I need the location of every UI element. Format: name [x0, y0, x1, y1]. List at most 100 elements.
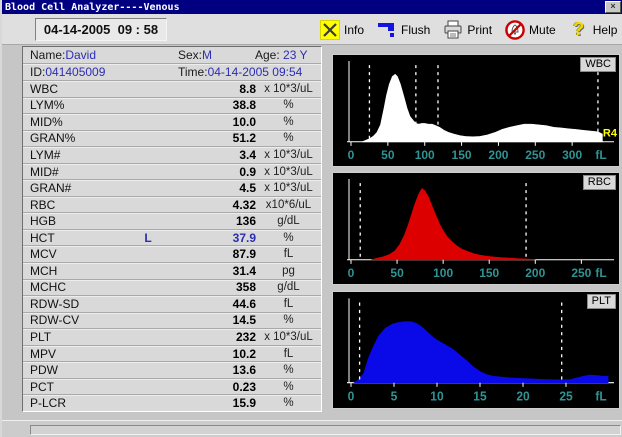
toolbar: 04-14-2005 09 : 58 Info Flush — [2, 14, 622, 45]
patient-info-row-1: Name:David Sex:M Age: 23 Y — [23, 47, 321, 64]
table-row: MID% 10.0 % — [23, 114, 321, 131]
mute-button-label: Mute — [529, 23, 556, 37]
print-button-label: Print — [467, 23, 492, 37]
svg-text:50: 50 — [381, 148, 395, 162]
param-unit: g/dL — [256, 281, 321, 293]
param-name: RDW-CV — [30, 313, 130, 327]
param-unit: x10*6/uL — [256, 199, 321, 211]
param-name: MID# — [30, 165, 130, 179]
svg-text:100: 100 — [433, 266, 453, 280]
param-value: 232 — [166, 330, 256, 344]
param-unit: % — [256, 397, 321, 409]
print-button[interactable]: Print — [443, 20, 492, 40]
table-row: P-LCR 15.9 % — [23, 395, 321, 411]
info-icon — [320, 20, 340, 40]
close-button[interactable]: × — [605, 1, 621, 13]
svg-text:50: 50 — [390, 266, 404, 280]
help-button-label: Help — [593, 23, 618, 37]
toolbar-buttons: Info Flush Print — [320, 14, 617, 45]
param-value: 4.5 — [166, 181, 256, 195]
svg-text:20: 20 — [516, 389, 529, 403]
param-unit: x 10*3/uL — [256, 182, 321, 194]
status-field — [30, 425, 621, 435]
help-icon: ? — [569, 20, 589, 40]
param-value: 10.2 — [166, 347, 256, 361]
param-name: PLT — [30, 330, 130, 344]
param-unit: % — [256, 314, 321, 326]
param-value: 0.9 — [166, 165, 256, 179]
param-value: 15.9 — [166, 396, 256, 410]
svg-text:100: 100 — [415, 148, 435, 162]
info-button[interactable]: Info — [320, 20, 364, 40]
param-value: 10.0 — [166, 115, 256, 129]
param-unit: % — [256, 116, 321, 128]
svg-text:0: 0 — [348, 148, 355, 162]
sample-time: Time:04-14-2005 09:54 — [178, 65, 321, 79]
param-value: 14.5 — [166, 313, 256, 327]
param-name: GRAN% — [30, 131, 130, 145]
param-unit: x 10*3/uL — [256, 149, 321, 161]
svg-text:fL: fL — [595, 266, 606, 280]
svg-text:250: 250 — [525, 148, 545, 162]
rbc-histogram-plot: 050100150200250fL — [333, 173, 619, 284]
table-row: MCH 31.4 pg — [23, 263, 321, 280]
param-name: LYM# — [30, 148, 130, 162]
main-area: Name:David Sex:M Age: 23 Y ID:041405009 … — [2, 45, 622, 420]
param-name: PCT — [30, 380, 130, 394]
param-unit: fL — [256, 248, 321, 260]
window-title: Blood Cell Analyzer----Venous — [2, 2, 180, 13]
rbc-histogram: 050100150200250fL RBC — [332, 172, 620, 285]
param-name: LYM% — [30, 98, 130, 112]
plt-chart-badge: PLT — [587, 294, 616, 309]
plt-histogram-plot: 0510152025fL — [333, 292, 619, 408]
rbc-chart-badge: RBC — [583, 175, 616, 190]
param-name: MCV — [30, 247, 130, 261]
param-value: 4.32 — [166, 198, 256, 212]
table-row: PLT 232 x 10*3/uL — [23, 329, 321, 346]
patient-sex: Sex:M — [178, 48, 255, 62]
param-name: PDW — [30, 363, 130, 377]
table-row: MCHC 358 g/dL — [23, 280, 321, 297]
svg-text:fL: fL — [595, 389, 607, 403]
table-row: MPV 10.2 fL — [23, 346, 321, 363]
patient-info-row-2: ID:041405009 Time:04-14-2005 09:54 — [23, 64, 321, 81]
param-name: GRAN# — [30, 181, 130, 195]
flush-button[interactable]: Flush — [377, 20, 430, 40]
param-name: RBC — [30, 198, 130, 212]
table-row: PDW 13.6 % — [23, 362, 321, 379]
flush-icon — [377, 20, 397, 40]
table-row: RDW-CV 14.5 % — [23, 313, 321, 330]
patient-age: Age: 23 Y — [255, 48, 321, 62]
table-row: HCT L 37.9 % — [23, 230, 321, 247]
help-button[interactable]: ? Help — [569, 20, 618, 40]
param-unit: x 10*3/uL — [256, 331, 321, 343]
table-row: PCT 0.23 % — [23, 379, 321, 396]
svg-text:0: 0 — [348, 266, 355, 280]
param-value: 3.4 — [166, 148, 256, 162]
flush-button-label: Flush — [401, 23, 430, 37]
param-value: 136 — [166, 214, 256, 228]
wbc-histogram: 050100150200250300fLR4 WBC — [332, 54, 620, 167]
svg-text:fL: fL — [595, 148, 606, 162]
print-icon — [443, 20, 463, 40]
table-row: WBC 8.8 x 10*3/uL — [23, 81, 321, 98]
param-unit: fL — [256, 298, 321, 310]
param-name: MPV — [30, 347, 130, 361]
param-name: MID% — [30, 115, 130, 129]
param-name: MCHC — [30, 280, 130, 294]
param-unit: x 10*3/uL — [256, 166, 321, 178]
svg-text:200: 200 — [488, 148, 508, 162]
param-name: HGB — [30, 214, 130, 228]
param-value: 87.9 — [166, 247, 256, 261]
svg-text:5: 5 — [391, 389, 398, 403]
param-unit: fL — [256, 348, 321, 360]
status-bar — [2, 420, 622, 437]
table-row: GRAN% 51.2 % — [23, 131, 321, 148]
mute-button[interactable]: Mute — [505, 20, 556, 40]
param-value: 44.6 — [166, 297, 256, 311]
param-value: 8.8 — [166, 82, 256, 96]
param-name: P-LCR — [30, 396, 130, 410]
title-bar: Blood Cell Analyzer----Venous × — [2, 0, 622, 14]
wbc-chart-badge: WBC — [580, 57, 616, 72]
table-row: GRAN# 4.5 x 10*3/uL — [23, 180, 321, 197]
